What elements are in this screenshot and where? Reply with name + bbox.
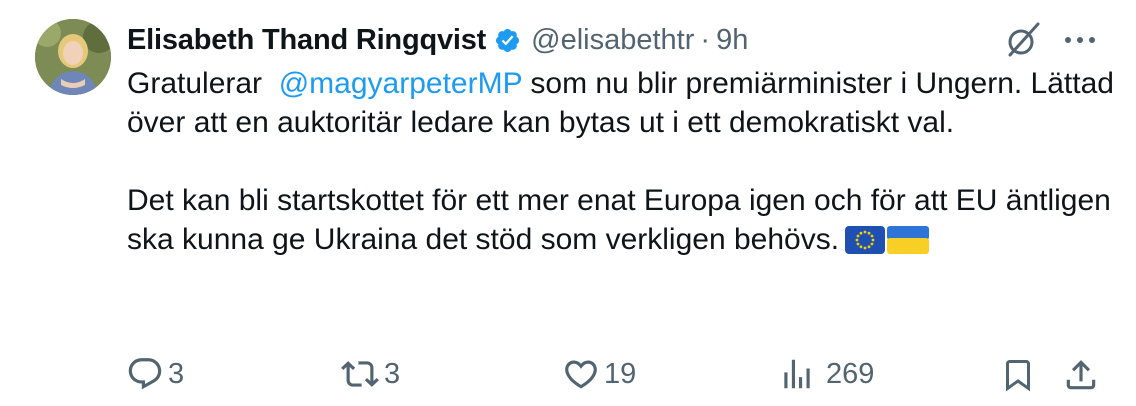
views-button[interactable]: 269 — [778, 355, 874, 393]
repost-button[interactable]: 3 — [340, 355, 400, 393]
tweet-body: Gratulerar @magyarpeterMP som nu blir pr… — [127, 64, 1117, 264]
views-icon — [784, 359, 810, 389]
reply-icon — [128, 358, 162, 390]
repost-count: 3 — [384, 357, 401, 390]
avatar-image — [35, 19, 111, 95]
views-count: 269 — [826, 357, 875, 390]
like-icon — [565, 360, 597, 389]
eu-flag-icon — [845, 225, 886, 264]
author-handle[interactable]: @elisabethtr — [531, 24, 694, 57]
verified-badge-icon — [494, 27, 521, 54]
share-button[interactable] — [1062, 355, 1100, 395]
tweet-paragraph-1: Gratulerar @magyarpeterMP som nu blir pr… — [127, 64, 1117, 142]
grok-icon[interactable] — [1003, 20, 1043, 60]
reply-count: 3 — [168, 357, 185, 390]
action-bar: 3 3 19 269 — [0, 355, 1136, 399]
bookmark-button[interactable] — [1000, 355, 1036, 395]
body-para2: Det kan bli startskottet för ett mer ena… — [127, 184, 1111, 256]
tweet-paragraph-2: Det kan bli startskottet för ett mer ena… — [127, 181, 1117, 264]
tweet: Elisabeth Thand Ringqvist @elisabethtr ·… — [0, 0, 1136, 406]
bookmark-icon — [1006, 360, 1030, 392]
timestamp[interactable]: 9h — [716, 24, 748, 57]
ukraine-flag-icon — [887, 225, 930, 264]
body-suffix: som nu blir premiärminister i Ungern. Lä… — [127, 67, 1114, 139]
separator-dot: · — [700, 23, 711, 56]
like-button[interactable]: 19 — [562, 355, 636, 393]
more-icon[interactable] — [1058, 20, 1102, 60]
reply-button[interactable]: 3 — [126, 355, 184, 393]
mention-link[interactable]: @magyarpeterMP — [279, 67, 522, 100]
body-prefix: Gratulerar — [127, 67, 263, 100]
share-icon — [1066, 360, 1096, 390]
tweet-header: Elisabeth Thand Ringqvist @elisabethtr ·… — [127, 20, 748, 60]
repost-icon — [341, 361, 379, 387]
avatar[interactable] — [35, 19, 111, 95]
like-count: 19 — [604, 357, 637, 390]
author-name[interactable]: Elisabeth Thand Ringqvist — [127, 24, 486, 57]
